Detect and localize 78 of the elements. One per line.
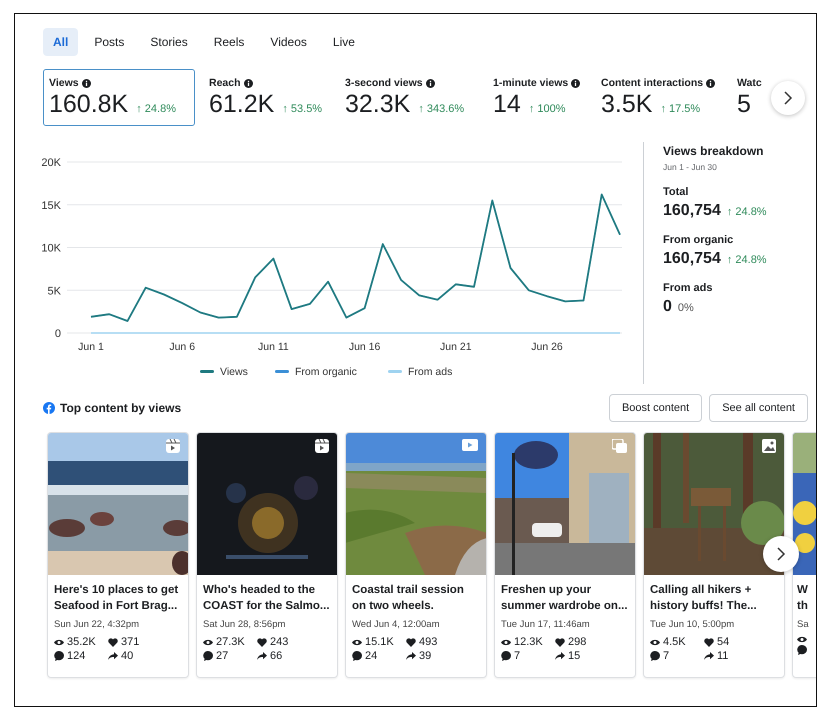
metric-value: 160.8K: [49, 90, 128, 119]
shares-count: 66: [270, 650, 282, 662]
metric-value: 32.3K: [345, 90, 410, 119]
breakdown-change: 0%: [678, 302, 694, 314]
y-tick-label: 20K: [41, 157, 61, 169]
metric-label: 3-second views: [345, 77, 423, 89]
breakdown-change: ↑ 24.8%: [726, 254, 767, 266]
y-tick-label: 10K: [41, 242, 61, 254]
x-tick-label: Jun 16: [348, 341, 380, 353]
post-title: Who's headed to the COAST for the Salmo...: [203, 583, 331, 614]
views-count: 4.5K: [663, 636, 686, 648]
shares-count: 15: [568, 650, 580, 662]
comments-count: 27: [216, 650, 228, 662]
section-title: Top content by views: [60, 401, 182, 415]
reactions-count: 371: [121, 636, 140, 648]
legend-item: From organic: [275, 366, 357, 378]
breakdown-value: 0: [663, 298, 672, 316]
metric-change: ↑ 17.5%: [660, 103, 700, 115]
breakdown-title: Views breakdown: [663, 144, 764, 158]
legend-label: Views: [220, 366, 248, 378]
metric-value: 3.5K: [601, 90, 652, 119]
reactions-count: 493: [419, 636, 438, 648]
x-tick-label: Jun 1: [78, 341, 104, 353]
metric-value: 61.2K: [209, 90, 274, 119]
metric-change: ↑ 343.6%: [418, 103, 464, 115]
post-title: Freshen up your summer wardrobe on...: [501, 583, 629, 614]
breakdown-label: From organic: [663, 234, 734, 246]
x-tick-label: Jun 21: [440, 341, 472, 353]
post-title: Calling all hikers + history buffs! The...: [650, 583, 758, 614]
post-date: Wed Jun 4, 12:00am: [352, 619, 440, 630]
breakdown-value: 160,754: [663, 202, 721, 220]
metric-change: ↑ 24.8%: [136, 103, 176, 115]
comments-count: 7: [514, 650, 520, 662]
metric-label: Watc: [737, 77, 762, 89]
metric-label: Reach: [209, 77, 241, 89]
metric-value: 14: [493, 90, 521, 119]
metric-value: 5: [737, 90, 751, 119]
x-tick-label: Jun 26: [531, 341, 563, 353]
x-tick-label: Jun 6: [169, 341, 196, 353]
metric-label: Views: [49, 77, 79, 89]
post-date: Sat Jun 28, 8:56pm: [203, 619, 286, 630]
breakdown-value: 160,754: [663, 250, 721, 268]
breakdown-label: Total: [663, 186, 690, 198]
legend-item: Views: [200, 366, 248, 378]
post-date: Sun Jun 22, 4:32pm: [54, 619, 140, 630]
shares-count: 11: [717, 650, 728, 662]
legend-item: From ads: [388, 366, 452, 378]
post-date: Tue Jun 10, 5:00pm: [650, 619, 736, 630]
reactions-count: 298: [568, 636, 586, 648]
legend-label: From ads: [408, 366, 452, 378]
comments-count: 7: [663, 650, 670, 662]
comments-count: 24: [365, 650, 378, 662]
legend-label: From organic: [295, 366, 357, 378]
y-tick-label: 0: [54, 328, 61, 340]
metric-label: 1-minute views: [493, 77, 568, 89]
post-date: Sa: [797, 619, 810, 630]
shares-count: 39: [419, 650, 432, 662]
breakdown-label: From ads: [663, 282, 714, 294]
views-count: 15.1K: [365, 636, 394, 648]
y-tick-label: 5K: [48, 285, 61, 298]
breakdown-change: ↑ 24.8%: [726, 206, 767, 218]
metric-change: ↑ 100%: [528, 103, 566, 115]
y-tick-label: 15K: [41, 200, 61, 212]
post-title: Coastal trail session on two wheels.: [352, 583, 465, 614]
views-count: 27.3K: [216, 636, 245, 648]
comments-count: 124: [67, 650, 86, 662]
shares-count: 40: [121, 650, 134, 662]
views-count: 12.3K: [514, 636, 543, 648]
post-title: Here's 10 places to get Seafood in Fort Brag...: [54, 583, 180, 614]
views-count: 35.2K: [67, 636, 96, 648]
reactions-count: 54: [717, 636, 730, 648]
post-title: W th: [797, 583, 809, 614]
metric-label: Content interactions: [601, 77, 704, 89]
reactions-count: 243: [270, 636, 288, 648]
metric-change: ↑ 53.5%: [282, 103, 322, 115]
post-date: Tue Jun 17, 11:46am: [501, 619, 591, 630]
x-tick-label: Jun 11: [258, 341, 289, 353]
date-range: Jun 1 - Jun 30: [663, 162, 718, 172]
